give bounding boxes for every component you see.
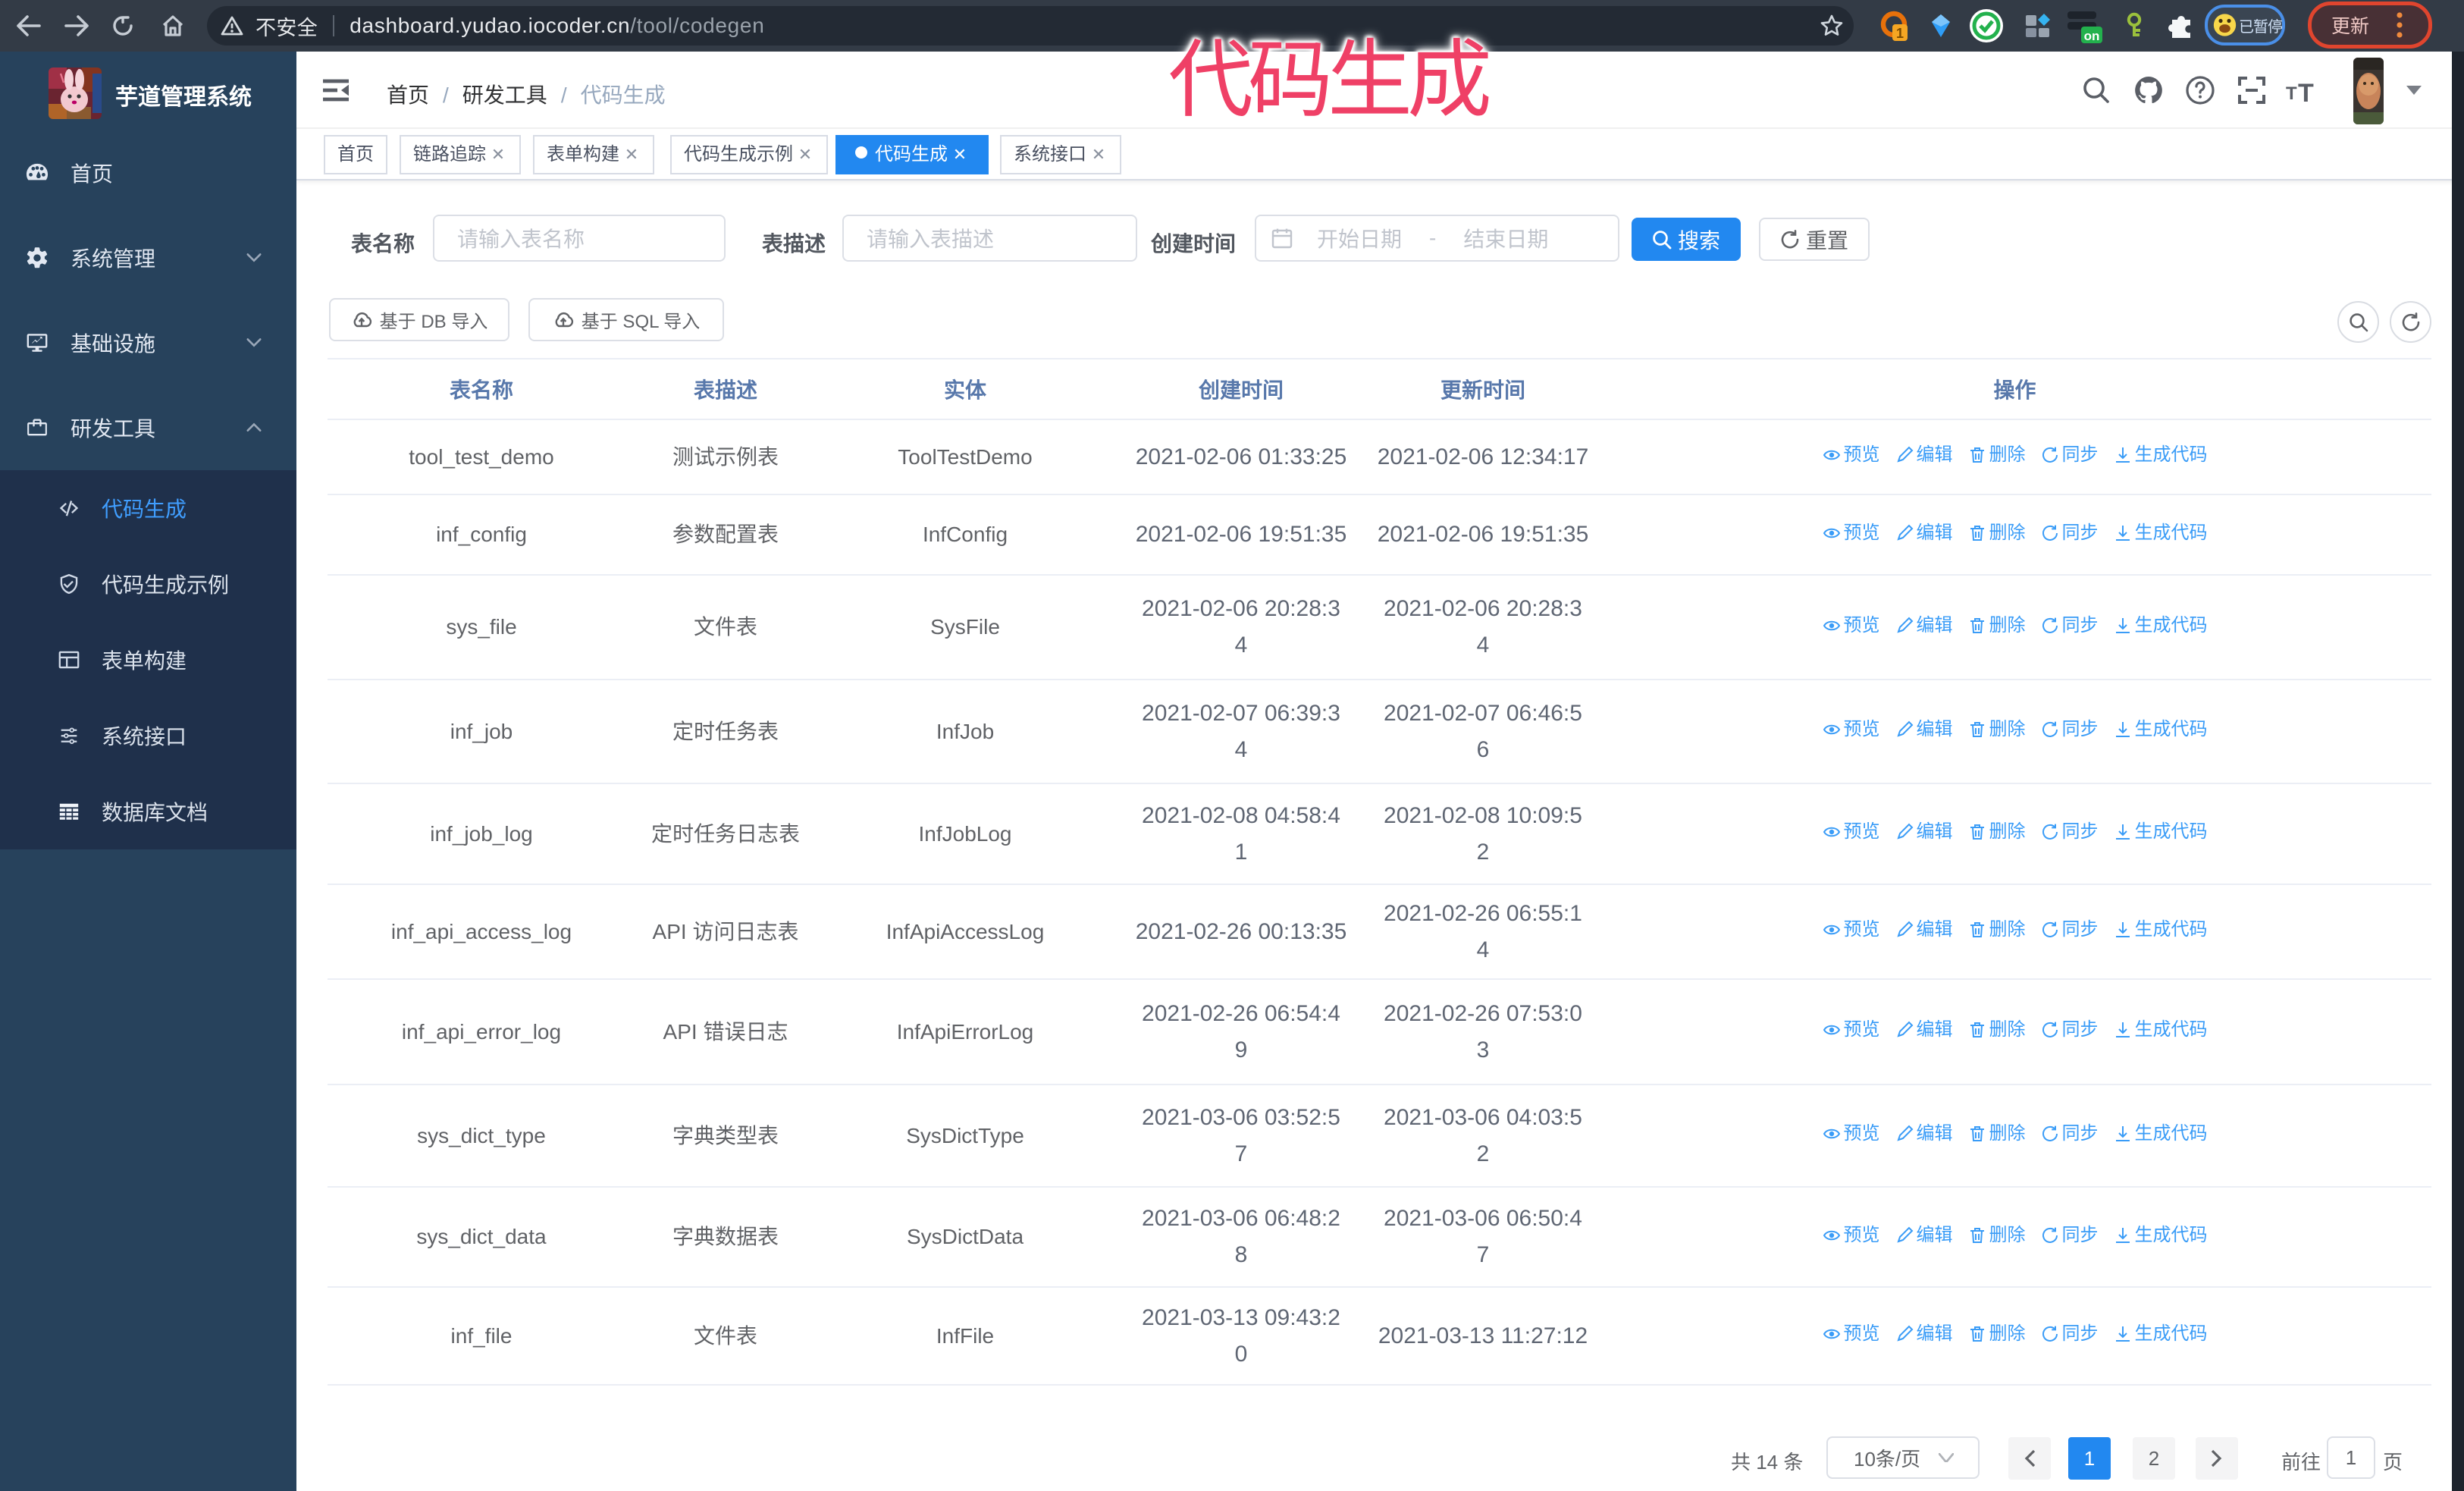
svg-text:T: T xyxy=(2286,83,2297,104)
svg-text:on: on xyxy=(2084,29,2100,43)
svg-text:T: T xyxy=(2298,79,2314,104)
svg-text:1: 1 xyxy=(1896,26,1904,41)
